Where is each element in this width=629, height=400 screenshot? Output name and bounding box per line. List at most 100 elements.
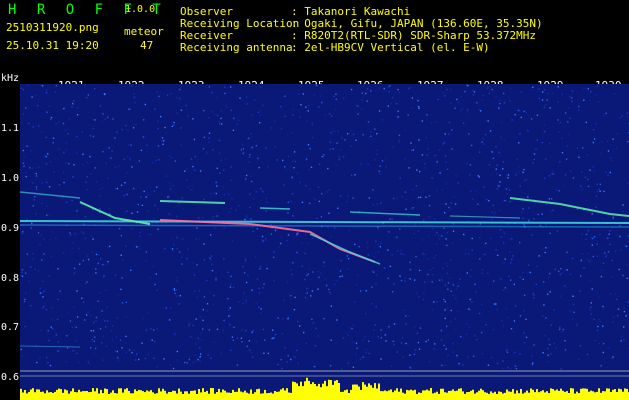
noise-speck xyxy=(591,213,593,215)
noise-speck xyxy=(43,290,45,292)
noise-speck xyxy=(523,180,525,182)
noise-speck xyxy=(280,106,282,108)
noise-speck xyxy=(367,121,370,123)
noise-speck xyxy=(583,99,585,101)
noise-speck xyxy=(377,251,380,253)
noise-speck xyxy=(450,290,452,292)
noise-speck xyxy=(440,329,442,332)
noise-speck xyxy=(333,95,335,98)
noise-speck xyxy=(444,300,446,303)
noise-speck xyxy=(430,269,432,271)
noise-speck xyxy=(323,317,325,320)
level-bar xyxy=(528,392,530,400)
level-bar xyxy=(156,393,158,400)
noise-speck xyxy=(65,149,68,151)
noise-speck xyxy=(493,280,495,282)
noise-speck xyxy=(372,204,375,206)
noise-speck xyxy=(92,135,95,138)
noise-speck xyxy=(620,249,622,251)
noise-speck xyxy=(116,350,118,353)
noise-speck xyxy=(141,342,143,344)
noise-speck xyxy=(210,111,213,113)
level-bar xyxy=(108,394,110,400)
noise-speck xyxy=(465,253,467,255)
noise-speck xyxy=(321,193,323,195)
noise-speck xyxy=(114,350,117,352)
noise-speck xyxy=(90,173,92,175)
noise-speck xyxy=(412,207,414,209)
noise-speck xyxy=(155,159,157,162)
noise-speck xyxy=(519,315,522,317)
noise-speck xyxy=(512,331,515,333)
noise-speck xyxy=(330,339,332,341)
noise-speck xyxy=(411,149,413,152)
noise-speck xyxy=(289,165,292,168)
noise-speck xyxy=(196,227,198,229)
noise-speck xyxy=(403,253,405,256)
noise-speck xyxy=(405,315,407,317)
noise-speck xyxy=(252,230,254,232)
level-bar xyxy=(26,393,28,400)
level-bar xyxy=(482,390,484,400)
noise-speck xyxy=(599,190,601,192)
noise-speck xyxy=(458,362,460,365)
noise-speck xyxy=(158,95,160,98)
level-bar xyxy=(516,390,518,400)
level-bar xyxy=(402,392,404,400)
noise-speck xyxy=(29,167,31,169)
noise-speck xyxy=(432,228,434,230)
noise-speck xyxy=(379,246,381,248)
noise-speck xyxy=(292,108,294,111)
noise-speck xyxy=(121,128,123,131)
noise-speck xyxy=(156,289,158,291)
level-bar xyxy=(208,393,210,400)
level-bar xyxy=(570,388,572,400)
noise-speck xyxy=(311,290,314,292)
noise-speck xyxy=(495,168,497,170)
noise-speck xyxy=(428,204,431,207)
noise-speck xyxy=(553,342,555,345)
noise-speck xyxy=(307,110,309,112)
noise-speck xyxy=(469,164,472,166)
noise-speck xyxy=(350,174,353,176)
noise-speck xyxy=(446,272,449,275)
noise-speck xyxy=(172,185,174,187)
noise-speck xyxy=(471,237,473,240)
level-bar xyxy=(302,386,304,400)
noise-speck xyxy=(405,208,407,210)
noise-speck xyxy=(559,161,561,163)
noise-speck xyxy=(215,277,217,279)
noise-speck xyxy=(430,122,433,124)
noise-speck xyxy=(187,324,190,327)
level-bar xyxy=(422,390,424,400)
noise-speck xyxy=(601,141,603,143)
level-bar xyxy=(542,390,544,400)
noise-speck xyxy=(573,311,575,314)
noise-speck xyxy=(300,104,302,106)
noise-speck xyxy=(374,324,376,326)
noise-speck xyxy=(596,191,599,193)
noise-speck xyxy=(596,243,598,245)
noise-speck xyxy=(527,196,529,198)
noise-speck xyxy=(409,261,411,264)
noise-speck xyxy=(30,227,32,229)
noise-speck xyxy=(615,298,618,300)
noise-speck xyxy=(320,216,323,218)
level-bar xyxy=(520,389,522,400)
noise-speck xyxy=(444,155,447,157)
noise-speck xyxy=(381,119,384,121)
noise-speck xyxy=(450,88,452,91)
noise-speck xyxy=(70,234,72,236)
noise-speck xyxy=(557,86,559,88)
noise-speck xyxy=(87,311,89,313)
noise-speck xyxy=(328,189,330,191)
noise-speck xyxy=(180,127,182,129)
noise-speck xyxy=(437,98,439,101)
noise-speck xyxy=(304,252,306,255)
noise-speck xyxy=(265,238,267,240)
noise-speck xyxy=(216,167,218,169)
level-bar xyxy=(194,390,196,400)
noise-speck xyxy=(595,206,597,209)
noise-speck xyxy=(328,288,330,291)
level-bar xyxy=(322,383,324,400)
